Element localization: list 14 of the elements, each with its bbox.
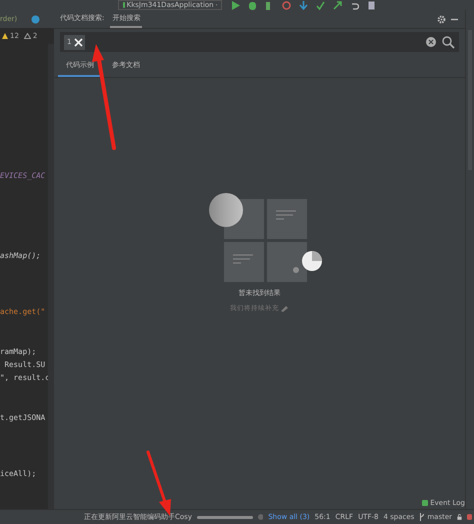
git-commit-icon[interactable] [316,0,325,10]
branch-icon [419,513,426,521]
close-icon[interactable] [74,38,84,46]
search-icon[interactable] [442,36,455,48]
weak-warning-icon[interactable] [24,33,31,39]
git-update-icon[interactable] [299,0,308,10]
lock-icon[interactable] [457,513,462,521]
warning-icon[interactable] [2,33,8,39]
clear-icon[interactable] [426,37,436,47]
settings-icon[interactable] [437,14,446,24]
pen-icon [281,306,289,312]
git-push-icon[interactable] [333,0,342,10]
run-icon[interactable] [232,0,240,10]
undo-icon[interactable] [350,0,359,10]
